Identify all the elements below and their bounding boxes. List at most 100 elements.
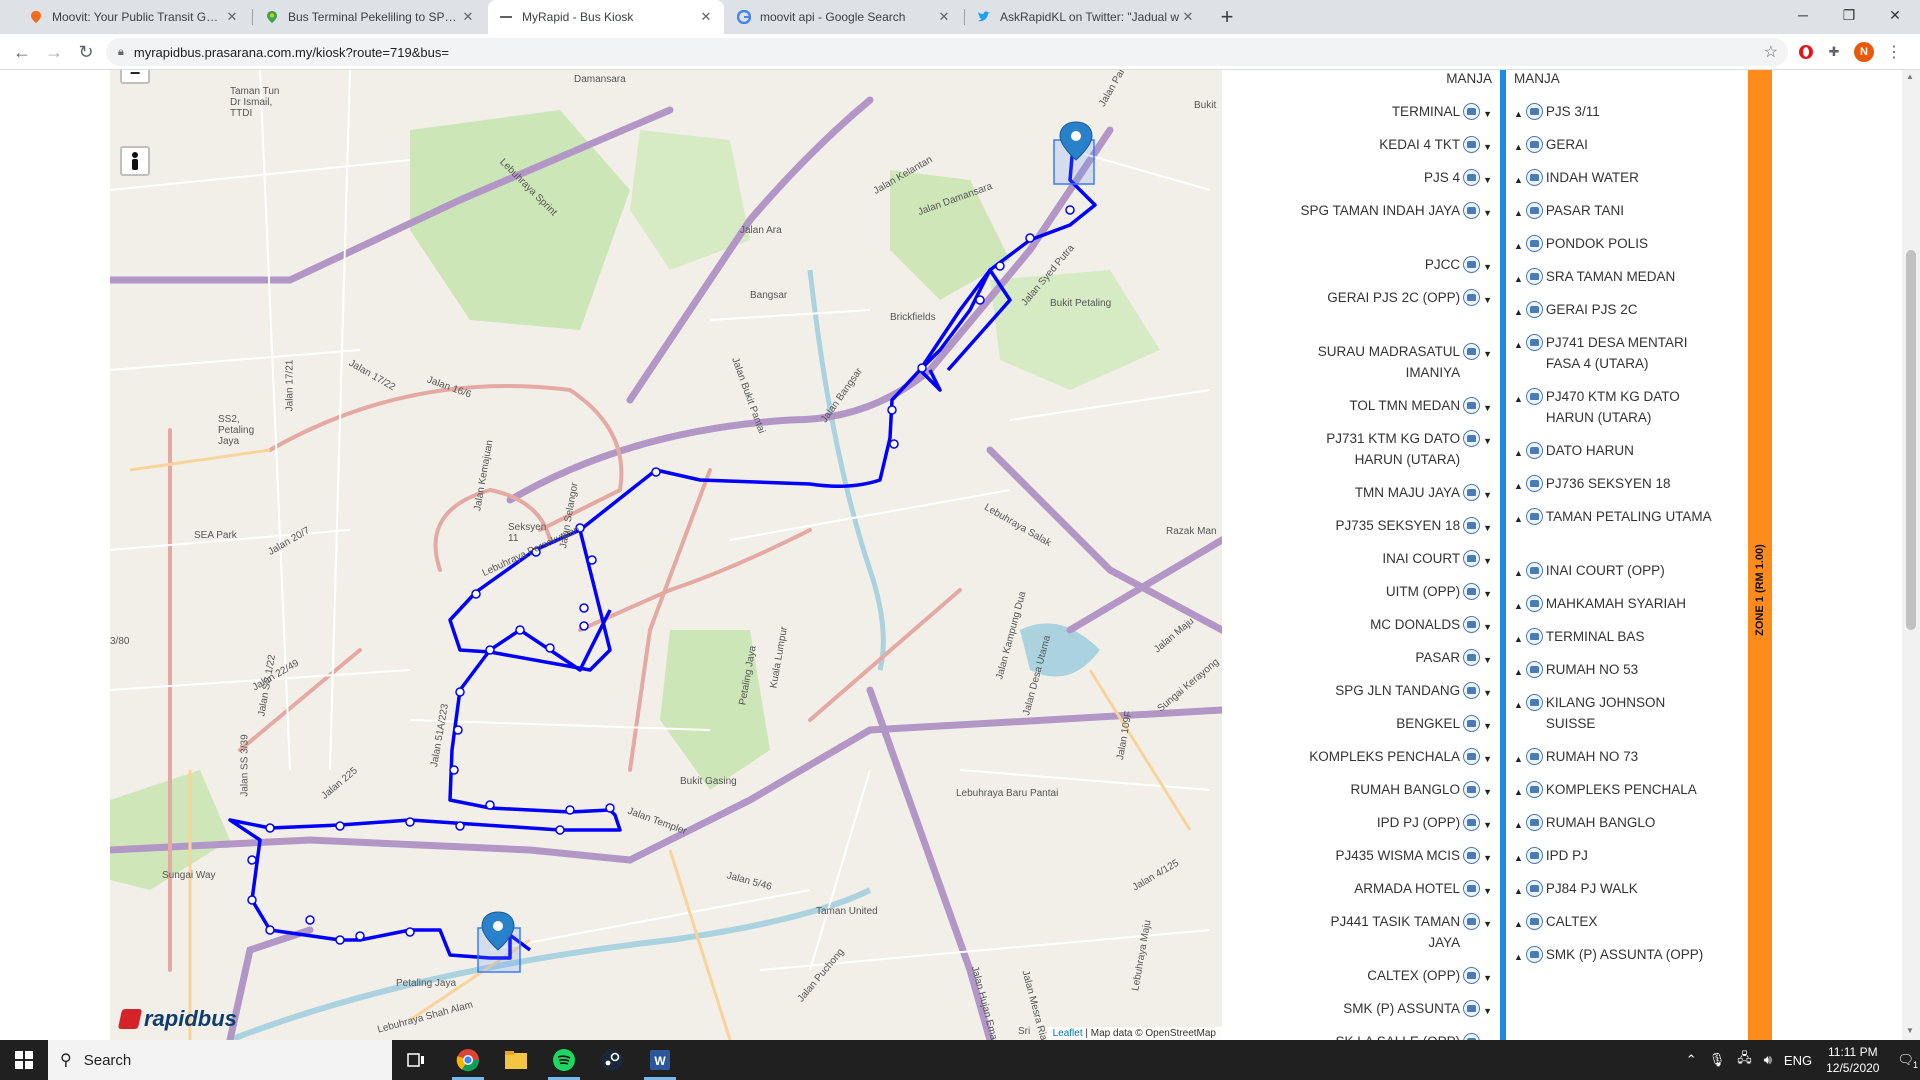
stop-item[interactable]: KEDAI 4 TKT ▼	[1222, 134, 1492, 158]
stop-item[interactable]: ▲ KOMPLEKS PENCHALA	[1514, 779, 1744, 803]
stop-item[interactable]: GERAI PJS 2C (OPP) ▼	[1222, 287, 1492, 311]
close-tab-icon[interactable]: ✕	[1180, 9, 1196, 25]
word-icon[interactable]: W	[636, 1040, 684, 1080]
stop-item[interactable]: ▲ RUMAH NO 73	[1514, 746, 1744, 770]
taskbar-search-box[interactable]: ⚲ Search	[48, 1040, 392, 1080]
stop-item[interactable]: ▲ RUMAH BANGLO	[1514, 812, 1744, 836]
close-window-button[interactable]: ✕	[1872, 0, 1918, 30]
notifications-icon[interactable]: 🗨︎ 1	[1897, 1052, 1918, 1070]
stop-item[interactable]: ▲ SMK (P) ASSUNTA (OPP)	[1514, 944, 1744, 968]
stop-item[interactable]: RUMAH BANGLO ▼	[1222, 779, 1492, 803]
stop-item[interactable]: ▲ INAI COURT (OPP)	[1514, 560, 1744, 584]
spotify-icon[interactable]	[540, 1040, 588, 1080]
stop-item[interactable]: ▲ RUMAH NO 53	[1514, 659, 1744, 683]
windows-start-button[interactable]	[0, 1040, 48, 1080]
close-tab-icon[interactable]: ✕	[936, 9, 952, 25]
street-view-pegman-icon[interactable]	[120, 146, 150, 176]
tab-google-maps[interactable]: Bus Terminal Pekeliling to SPG Jln ✕	[254, 0, 486, 34]
tab-moovit[interactable]: Moovit: Your Public Transit Guide ✕	[18, 0, 250, 34]
stop-item[interactable]: TOL TMN MEDAN ▼	[1222, 395, 1492, 419]
stop-item[interactable]: PJ435 WISMA MCIS ▼	[1222, 845, 1492, 869]
stop-item[interactable]: UITM (OPP) ▼	[1222, 581, 1492, 605]
stop-item[interactable]: ▲ TERMINAL BAS	[1514, 626, 1744, 650]
stop-item[interactable]: ▲ GERAI PJS 2C	[1514, 299, 1744, 323]
stop-item[interactable]: ▲ PJ84 PJ WALK	[1514, 878, 1744, 902]
stop-item[interactable]: PJ735 SEKSYEN 18 ▼	[1222, 515, 1492, 539]
stop-item[interactable]: ▲ DATO HARUN	[1514, 440, 1744, 464]
stop-item[interactable]: PJS 4 ▼	[1222, 167, 1492, 191]
stop-item[interactable]: SPG JLN TANDANG ▼	[1222, 680, 1492, 704]
triangle-up-icon: ▲	[1514, 568, 1523, 578]
stop-item[interactable]: ▲ PJ741 DESA MENTARI FASA 4 (UTARA)	[1514, 332, 1744, 374]
stop-item[interactable]: ▲ INDAH WATER	[1514, 167, 1744, 191]
show-hidden-icons-chevron-icon[interactable]: ⌃	[1686, 1052, 1697, 1068]
tab-twitter[interactable]: AskRapidKL on Twitter: "Jadual w ✕	[966, 0, 1206, 34]
scroll-up-icon[interactable]: ▲	[1906, 72, 1914, 81]
opera-icon[interactable]	[1796, 42, 1816, 62]
stop-item[interactable]: MANJA	[1514, 70, 1744, 89]
stop-item[interactable]: TERMINAL ▼	[1222, 101, 1492, 125]
stop-item[interactable]: ▲ PJS 3/11	[1514, 101, 1744, 125]
stop-item[interactable]: SK LA SALLE (OPP)▼	[1222, 1031, 1492, 1040]
microphone-icon[interactable]: 🎙︎	[1709, 1052, 1726, 1068]
stop-item[interactable]: ▲ PONDOK POLIS	[1514, 233, 1744, 257]
stop-item[interactable]: ▲ SRA TAMAN MEDAN	[1514, 266, 1744, 290]
task-view-icon[interactable]	[392, 1040, 440, 1080]
steam-icon[interactable]	[588, 1040, 636, 1080]
reload-button[interactable]: ↻	[72, 38, 100, 66]
volume-icon[interactable]: 🔊︎	[1764, 1052, 1772, 1068]
taskbar-clock[interactable]: 11:11 PM 12/5/2020	[1826, 1044, 1879, 1076]
stop-item[interactable]: ▲ GERAI	[1514, 134, 1744, 158]
stop-item[interactable]: SURAU MADRASATUL IMANIYA ▼	[1222, 341, 1492, 383]
forward-button[interactable]: →	[40, 38, 68, 66]
menu-icon[interactable]: ⋮	[1884, 42, 1904, 62]
extensions-icon[interactable]: ✚	[1824, 42, 1844, 62]
stop-item[interactable]: ▲ TAMAN PETALING UTAMA	[1514, 506, 1744, 530]
stop-item[interactable]: PJ731 KTM KG DATO HARUN (UTARA) ▼	[1222, 428, 1492, 470]
stop-item[interactable]: ▲ PASAR TANI	[1514, 200, 1744, 224]
stop-item[interactable]: ▲ PJ736 SEKSYEN 18	[1514, 473, 1744, 497]
network-icon[interactable]: 🖧︎	[1737, 1049, 1752, 1071]
close-tab-icon[interactable]: ✕	[224, 9, 240, 25]
stop-item[interactable]: PJCC ▼	[1222, 254, 1492, 278]
stop-name: RUMAH BANGLO	[1350, 782, 1461, 797]
stop-item[interactable]: ▲ MAHKAMAH SYARIAH	[1514, 593, 1744, 617]
stop-item[interactable]: MC DONALDS ▼	[1222, 614, 1492, 638]
scroll-down-icon[interactable]: ▼	[1906, 1026, 1914, 1035]
tab-google-search[interactable]: moovit api - Google Search ✕	[726, 0, 962, 34]
stop-item[interactable]: ▲ CALTEX	[1514, 911, 1744, 935]
stop-item[interactable]: INAI COURT ▼	[1222, 548, 1492, 572]
stop-item[interactable]: MANJA	[1222, 70, 1492, 89]
maximize-button[interactable]: ❐	[1826, 0, 1872, 30]
route-map[interactable]: Damansara Taman Tun Dr Ismail, TTDI Buki…	[110, 70, 1222, 1040]
file-explorer-icon[interactable]	[492, 1040, 540, 1080]
stop-item[interactable]: ▲ PJ470 KTM KG DATO HARUN (UTARA)	[1514, 386, 1744, 428]
scrollbar-thumb[interactable]	[1906, 250, 1916, 630]
zoom-out-button[interactable]: −	[120, 70, 150, 84]
leaflet-link[interactable]: Leaflet	[1053, 1028, 1083, 1039]
stop-item[interactable]: ARMADA HOTEL ▼	[1222, 878, 1492, 902]
stop-item[interactable]: PASAR ▼	[1222, 647, 1492, 671]
stop-item[interactable]: SPG TAMAN INDAH JAYA ▼	[1222, 200, 1492, 224]
address-bar[interactable]: 🔒︎ myrapidbus.prasarana.com.my/kiosk?rou…	[106, 38, 1788, 66]
stop-item[interactable]: BENGKEL ▼	[1222, 713, 1492, 737]
page-scrollbar[interactable]: ▲ ▼	[1902, 70, 1920, 1040]
stop-item[interactable]: SMK (P) ASSUNTA ▼	[1222, 998, 1492, 1022]
stop-item[interactable]: PJ441 TASIK TAMAN JAYA ▼	[1222, 911, 1492, 953]
tab-myrapid[interactable]: MyRapid - Bus Kiosk ✕	[488, 0, 724, 34]
close-tab-icon[interactable]: ✕	[698, 9, 714, 25]
stop-item[interactable]: ▲ IPD PJ	[1514, 845, 1744, 869]
close-tab-icon[interactable]: ✕	[460, 9, 476, 25]
input-language[interactable]: ENG	[1784, 1053, 1812, 1068]
stop-item[interactable]: CALTEX (OPP) ▼	[1222, 965, 1492, 989]
chrome-taskbar-icon[interactable]	[444, 1040, 492, 1080]
new-tab-button[interactable]: +	[1214, 4, 1240, 30]
minimize-button[interactable]: ─	[1780, 0, 1826, 30]
stop-item[interactable]: KOMPLEKS PENCHALA ▼	[1222, 746, 1492, 770]
stop-item[interactable]: ▲ KILANG JOHNSON SUISSE	[1514, 692, 1744, 734]
back-button[interactable]: ←	[8, 38, 36, 66]
stop-item[interactable]: IPD PJ (OPP) ▼	[1222, 812, 1492, 836]
bookmark-star-icon[interactable]: ☆	[1764, 42, 1778, 62]
stop-item[interactable]: TMN MAJU JAYA ▼	[1222, 482, 1492, 506]
profile-avatar[interactable]: N	[1854, 42, 1874, 62]
